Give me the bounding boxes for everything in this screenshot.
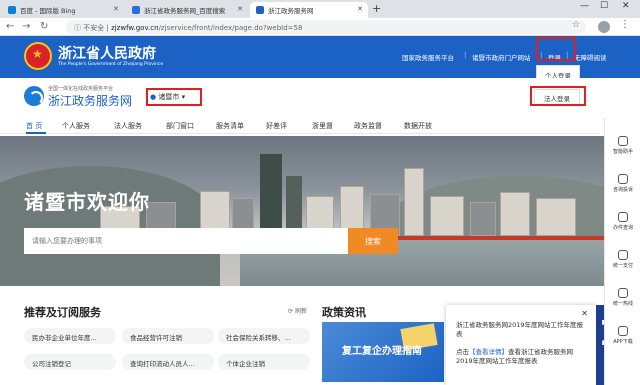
- rail-assistant[interactable]: 智能助手: [605, 136, 640, 155]
- url-domain: zjzwfw.gov.cn: [111, 24, 159, 32]
- rail-query[interactable]: 办件查询: [605, 212, 640, 231]
- bookmark-star-icon[interactable]: ☆: [572, 20, 580, 30]
- account-avatar-icon[interactable]: [598, 21, 610, 33]
- tab-title: 浙江省政务服务网_百度搜索: [144, 7, 226, 15]
- baidu-favicon-icon: [132, 6, 140, 14]
- right-rail: 智能助手 咨询投诉 办件查询 统一支付 统一热线 APP下载: [604, 118, 640, 385]
- notice-popup: ✕ 浙江省政务服务网2019年度网站工作年度报表 点击【查看详情】查看浙江省政务…: [446, 305, 596, 385]
- nav-gov-supervision[interactable]: 政务监督: [354, 121, 382, 131]
- rail-payment[interactable]: 统一支付: [605, 250, 640, 269]
- corp-login-highlight-box: [530, 86, 586, 106]
- service-chip[interactable]: 民办非企业单位年度...: [24, 328, 116, 344]
- tab-close-icon[interactable]: ✕: [237, 5, 243, 13]
- browser-tab-active[interactable]: 浙江政务服务网 ✕: [250, 2, 368, 18]
- policy-banner-text: 复工复企办理指南: [342, 346, 422, 357]
- search-button[interactable]: 搜索: [348, 228, 398, 254]
- service-chip[interactable]: 个体企业注销: [218, 354, 310, 370]
- refresh-button[interactable]: ⟳ 刷新: [288, 306, 307, 315]
- browser-menu-icon[interactable]: ⋮: [620, 19, 630, 30]
- not-secure-label: 不安全: [83, 24, 105, 32]
- tab-title: 浙江政务服务网: [268, 7, 314, 15]
- url-path: /zjservice/front/index/page.do?webId=58: [158, 24, 303, 32]
- rail-complaint[interactable]: 咨询投诉: [605, 174, 640, 193]
- policy-title: 政策资讯: [322, 306, 366, 319]
- maximize-icon[interactable]: ☐: [600, 1, 608, 11]
- refresh-label: 刷新: [294, 308, 307, 315]
- tab-title: 百度 - 国际版 Bing: [20, 7, 76, 15]
- url-field[interactable]: ⓘ 不安全 | zjzwfw.gov.cn/zjservice/front/in…: [66, 20, 586, 34]
- new-tab-icon[interactable]: +: [372, 2, 381, 15]
- recommend-title: 推荐及订阅服务: [24, 306, 101, 319]
- nav-service-list[interactable]: 服务清单: [216, 121, 244, 131]
- service-chip[interactable]: 食品经营许可注销: [122, 328, 214, 344]
- service-title[interactable]: 浙江政务服务网: [48, 92, 132, 109]
- nav-open-data[interactable]: 数据开放: [404, 121, 432, 131]
- nav-review[interactable]: 好差评: [266, 121, 287, 131]
- service-chip[interactable]: 公司注销登记: [24, 354, 116, 370]
- accessibility-link[interactable]: 无障碍阅读: [574, 52, 607, 62]
- minimize-icon[interactable]: —: [580, 1, 589, 11]
- refresh-icon: ⟳: [288, 308, 294, 315]
- address-bar: ← → ↻ ⓘ 不安全 | zjzwfw.gov.cn/zjservice/fr…: [0, 18, 640, 36]
- nav-supervise[interactable]: 浙里督: [312, 121, 333, 131]
- national-emblem-icon: [24, 42, 52, 70]
- service-logo-icon: [24, 86, 44, 106]
- service-chip[interactable]: 查询打印流动人员人...: [122, 354, 214, 370]
- bing-favicon-icon: [8, 6, 16, 14]
- login-highlight-box: [536, 37, 576, 61]
- forward-icon[interactable]: →: [22, 21, 30, 32]
- browser-tab[interactable]: 百度 - 国际版 Bing ✕: [2, 2, 124, 18]
- search-input[interactable]: [24, 228, 348, 254]
- tab-close-icon[interactable]: ✕: [357, 5, 363, 13]
- nav-departments[interactable]: 部门窗口: [166, 121, 194, 131]
- city-highlight-box: [146, 88, 202, 106]
- headset-icon: [618, 136, 628, 146]
- site-favicon-icon: [256, 6, 264, 14]
- not-secure-icon: ⓘ: [74, 24, 81, 32]
- nav-home[interactable]: 首 页: [26, 121, 42, 131]
- back-icon[interactable]: ←: [6, 21, 14, 32]
- browser-tabbar: 百度 - 国际版 Bing ✕ 浙江省政务服务网_百度搜索 ✕ 浙江政务服务网 …: [0, 0, 640, 18]
- policy-banner[interactable]: 复工复企办理指南: [322, 322, 444, 382]
- nav-corporate[interactable]: 法人服务: [114, 121, 142, 131]
- popup-detail-link[interactable]: 【查看详情】: [469, 348, 508, 356]
- rail-hotline[interactable]: 统一热线: [605, 288, 640, 307]
- popup-headline: 浙江省政务服务网2019年度网站工作年度报表: [456, 321, 584, 338]
- popup-close-icon[interactable]: ✕: [581, 309, 588, 318]
- payment-icon: [618, 250, 628, 260]
- hero-banner: 诸暨市欢迎你 搜索: [0, 136, 604, 286]
- browser-tab[interactable]: 浙江省政务服务网_百度搜索 ✕: [126, 2, 248, 18]
- popup-body: 点击【查看详情】查看浙江省政务服务网2019年度网站工作年度报表: [456, 348, 573, 365]
- chat-icon: [618, 174, 628, 184]
- nav-active-indicator: [26, 132, 46, 134]
- service-tagline: 全国一体化在线政务服务平台: [48, 86, 114, 92]
- service-chip[interactable]: 社会保险关系转移、...: [218, 328, 310, 344]
- document-search-icon: [618, 212, 628, 222]
- welcome-heading: 诸暨市欢迎你: [24, 190, 150, 214]
- tab-close-icon[interactable]: ✕: [113, 5, 119, 13]
- phone-icon: [618, 288, 628, 298]
- site-subtitle: The People's Government of Zhejiang Prov…: [58, 62, 164, 67]
- nav-personal[interactable]: 个人服务: [62, 121, 90, 131]
- window-close-icon[interactable]: ✕: [622, 1, 630, 11]
- mobile-icon: [618, 326, 628, 336]
- rail-app[interactable]: APP下载: [605, 326, 640, 345]
- reload-icon[interactable]: ↻: [40, 21, 48, 32]
- national-platform-link[interactable]: 国家政务服务平台: [402, 52, 454, 62]
- zhuji-portal-link[interactable]: 诸暨市政府门户网站: [472, 52, 531, 62]
- main-nav: 首 页 个人服务 法人服务 部门窗口 服务清单 好差评 浙里督 政务监督 数据开…: [0, 116, 600, 134]
- site-title[interactable]: 浙江省人民政府: [58, 43, 156, 63]
